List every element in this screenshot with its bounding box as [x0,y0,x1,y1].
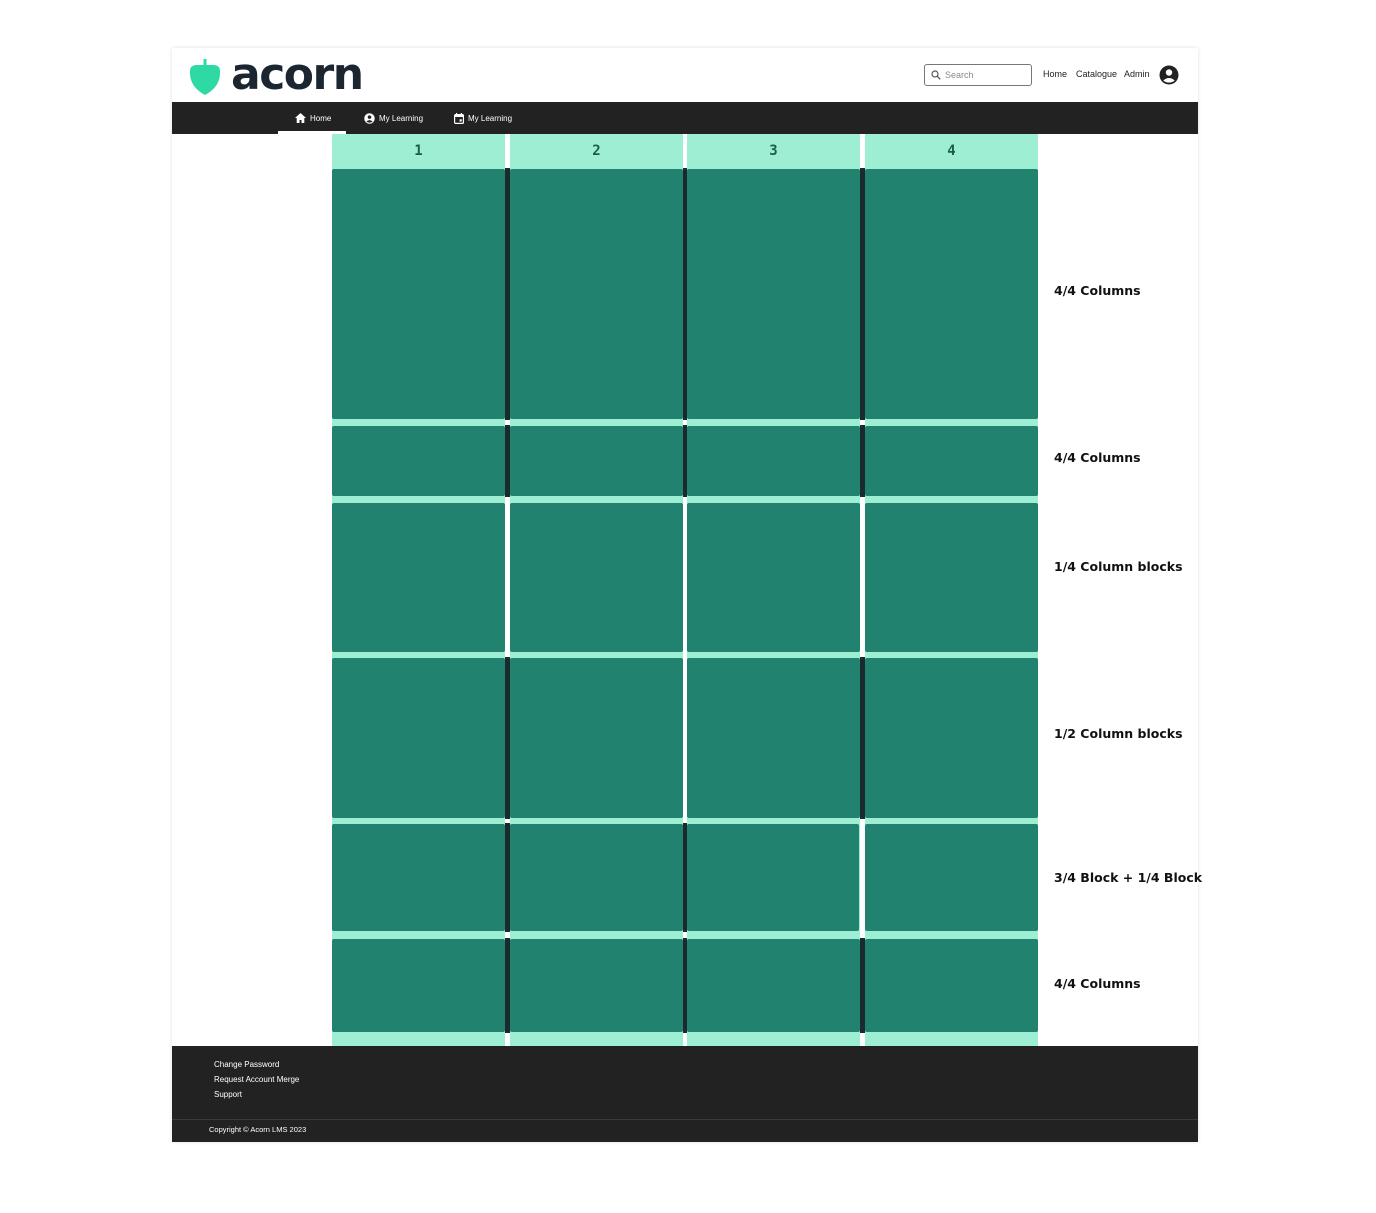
grid-block [332,503,505,652]
grid-block [687,169,860,419]
grid-block [687,824,859,931]
grid-block [687,939,860,1032]
column-header-1: 1 [332,134,505,168]
column-header-2: 2 [510,134,683,168]
acorn-logo-icon [190,59,220,95]
footer-divider [172,1119,1198,1120]
page-frame: acorn Home Catalogue Admin Home [172,48,1202,1142]
column-header-3: 3 [687,134,860,168]
tab-my-learning[interactable]: My Learning [364,102,423,134]
grid-block [687,658,860,818]
top-header: acorn Home Catalogue Admin [172,48,1198,102]
home-icon [295,113,306,123]
grid-block [332,658,505,818]
grid-block [865,939,1038,1032]
nav-home-link[interactable]: Home [1043,69,1067,79]
user-avatar-icon[interactable] [1159,65,1179,85]
grid-block [510,658,683,818]
brand-name: acorn [231,49,364,100]
grid-block [332,824,505,931]
row-label: 4/4 Columns [1054,450,1141,465]
tab-my-learning-label: My Learning [379,113,424,123]
row-label: 4/4 Columns [1054,283,1141,298]
grid-block [510,426,683,496]
grid-block [865,426,1038,496]
column-header-4: 4 [865,134,1038,168]
footer-link-request-account-merge[interactable]: Request Account Merge [214,1075,299,1084]
acorn-logo[interactable]: acorn [188,49,364,100]
footer-link-change-password[interactable]: Change Password [214,1060,279,1069]
grid-block [865,824,1038,931]
row-label: 3/4 Block + 1/4 Block [1054,870,1203,885]
search-input[interactable] [945,70,1025,80]
calendar-icon [454,112,464,124]
tab-home-label: Home [310,113,332,123]
account-circle-icon [364,112,375,124]
grid-block [510,503,683,652]
row-label: 4/4 Columns [1054,976,1141,991]
copyright-text: Copyright © Acorn LMS 2023 [209,1125,307,1134]
grid-block [865,169,1038,419]
tab-bar: Home My Learning My Learning [172,102,1198,134]
page-footer: Change Password Request Account Merge Su… [172,1046,1198,1142]
grid-block [332,939,505,1032]
tab-home[interactable]: Home [295,102,331,134]
nav-catalogue-link[interactable]: Catalogue [1076,69,1117,79]
grid-block [687,426,860,496]
grid-block [865,503,1038,652]
grid-block [332,169,505,419]
row-label: 1/4 Column blocks [1054,559,1183,574]
tab-my-learning-calendar[interactable]: My Learning [454,102,512,134]
nav-admin-link[interactable]: Admin [1124,69,1150,79]
search-icon [931,70,941,80]
footer-link-support[interactable]: Support [214,1090,242,1099]
grid-block [510,939,683,1032]
tab-my-learning-calendar-label: My Learning [468,113,513,123]
grid-block [332,426,505,496]
row-label: 1/2 Column blocks [1054,726,1183,741]
grid-block [510,824,683,931]
search-box[interactable] [924,64,1032,86]
grid-block [510,169,683,419]
grid-block [687,503,860,652]
grid-block [865,658,1038,818]
